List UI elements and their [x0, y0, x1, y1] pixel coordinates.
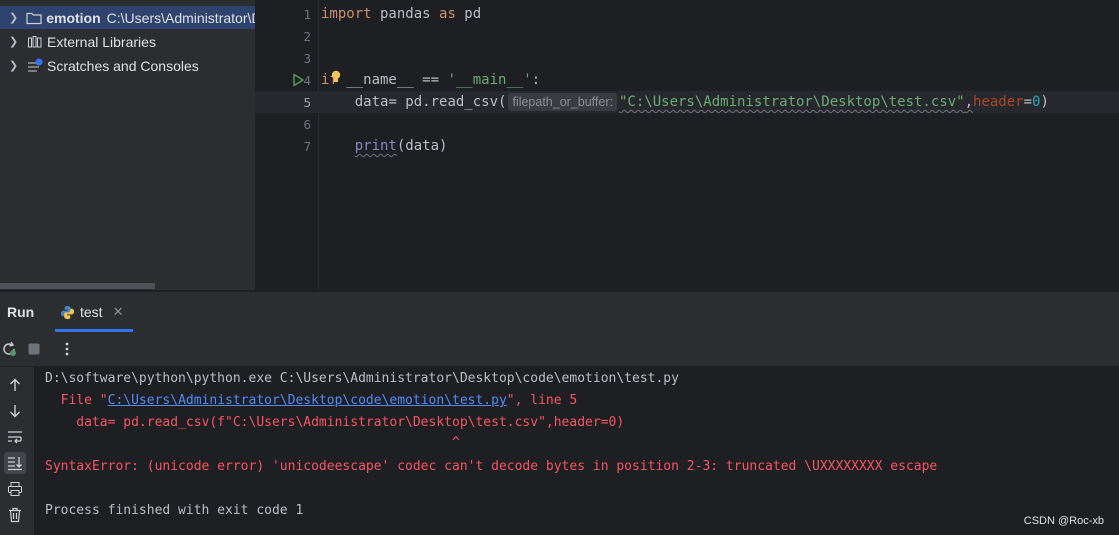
code-text: print(data): [354, 138, 448, 154]
run-gutter-icon[interactable]: [291, 73, 305, 91]
code-text: import pandas as pd: [321, 6, 482, 22]
print-icon[interactable]: [6, 480, 24, 498]
arrow-down-icon[interactable]: [6, 402, 24, 420]
line-number: 1: [303, 6, 311, 22]
line-number: 7: [303, 138, 311, 154]
rerun-icon[interactable]: [0, 340, 18, 358]
code-line-5[interactable]: 5 data= pd.read_csv(filepath_or_buffer: "…: [255, 91, 1119, 113]
python-icon: [60, 305, 75, 320]
run-tab-test[interactable]: test ✕: [60, 292, 132, 332]
library-icon: [27, 34, 43, 50]
project-path: C:\Users\Administrator\Desktop\code\emot…: [106, 9, 255, 26]
tree-item-scratches[interactable]: ❯ Scratches and Consoles: [0, 54, 255, 77]
tree-item-emotion[interactable]: ❯ emotion C:\Users\Administrator\Desktop…: [0, 6, 255, 29]
chevron-right-icon[interactable]: ❯: [9, 59, 19, 72]
console-output[interactable]: D:\software\python\python.exe C:\Users\A…: [34, 367, 1119, 535]
watermark: CSDN @Roc-xb: [1023, 515, 1104, 527]
console-error-message: SyntaxError: (unicode error) 'unicodeesc…: [45, 459, 938, 474]
code-line-3[interactable]: 3: [255, 47, 1119, 69]
run-title: Run: [7, 304, 35, 320]
run-tab-label: test: [80, 304, 103, 320]
console-command-line: D:\software\python\python.exe C:\Users\A…: [45, 371, 679, 386]
tree-item-external-libraries[interactable]: ❯ External Libraries: [0, 30, 255, 53]
line-number: 6: [303, 116, 311, 132]
more-options-icon[interactable]: [58, 340, 76, 358]
run-toolbar: [0, 332, 1119, 367]
code-text: if __name__ == '__main__':: [321, 72, 541, 88]
code-line-2[interactable]: 2: [255, 25, 1119, 47]
scratches-icon: [27, 58, 43, 74]
parameter-hint: filepath_or_buffer:: [508, 93, 617, 111]
folder-icon: [26, 10, 42, 26]
chevron-right-icon[interactable]: ❯: [9, 11, 18, 24]
code-line-6[interactable]: 6: [255, 113, 1119, 135]
horizontal-scrollbar[interactable]: [0, 283, 155, 289]
line-number: 3: [303, 50, 311, 66]
line-number: 2: [303, 28, 311, 44]
arrow-up-icon[interactable]: [6, 376, 24, 394]
soft-wrap-icon[interactable]: [6, 428, 24, 446]
line-number: 5: [303, 94, 311, 110]
tree-item-label: Scratches and Consoles: [47, 57, 199, 74]
console-traceback-file: File "C:\Users\Administrator\Desktop\cod…: [45, 393, 578, 408]
code-line-7[interactable]: 7 print(data): [255, 135, 1119, 157]
console-side-toolbar: [0, 367, 34, 535]
scroll-to-end-icon[interactable]: [4, 452, 26, 474]
code-line-4[interactable]: 4 if __name__ == '__main__':: [255, 69, 1119, 91]
traceback-file-link[interactable]: C:\Users\Administrator\Desktop\code\emot…: [108, 393, 507, 408]
stop-icon[interactable]: [25, 340, 43, 358]
chevron-right-icon[interactable]: ❯: [9, 35, 19, 48]
trash-icon[interactable]: [6, 506, 24, 524]
lightbulb-icon[interactable]: [330, 70, 342, 88]
close-icon[interactable]: ✕: [113, 304, 124, 320]
code-line-1[interactable]: 1 import pandas as pd: [255, 3, 1119, 25]
run-tool-window-header: Run test ✕: [0, 291, 1119, 332]
project-panel: ❯ emotion C:\Users\Administrator\Desktop…: [0, 0, 255, 290]
project-name: emotion: [46, 9, 101, 26]
console-traceback-code: data= pd.read_csv(f"C:\Users\Administrat…: [45, 415, 625, 430]
code-text: data= pd.read_csv(filepath_or_buffer: "C:…: [354, 93, 1049, 111]
console-traceback-caret: ^: [45, 435, 460, 450]
console-exit-message: Process finished with exit code 1: [45, 503, 304, 518]
tree-item-label: External Libraries: [47, 33, 156, 50]
ide-window: ❯ emotion C:\Users\Administrator\Desktop…: [0, 0, 1119, 535]
